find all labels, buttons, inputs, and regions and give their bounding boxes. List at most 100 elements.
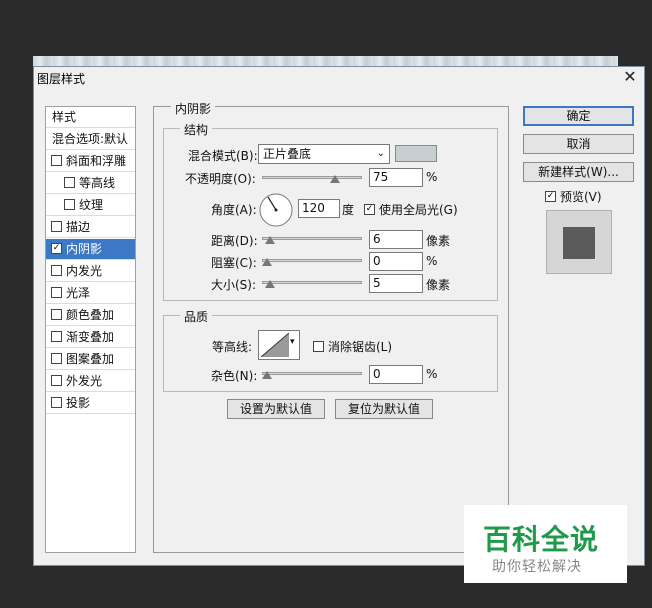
- sidebar-item[interactable]: 投影: [46, 393, 135, 414]
- distance-slider[interactable]: [262, 237, 362, 240]
- structure-title: 结构: [180, 121, 213, 138]
- antialias-toggle[interactable]: 消除锯齿(L): [313, 338, 392, 355]
- antialias-checkbox[interactable]: [313, 341, 324, 352]
- sidebar-item[interactable]: 颜色叠加: [46, 305, 135, 326]
- opacity-input[interactable]: 75: [369, 168, 423, 187]
- sidebar-item-checkbox[interactable]: [64, 199, 75, 210]
- style-list: 样式混合选项:默认斜面和浮雕等高线纹理描边 ✓ 内阴影内发光光泽颜色叠加渐变叠加图案…: [45, 106, 136, 553]
- watermark-subtitle: 助你轻松解决: [492, 559, 582, 575]
- blend-mode-select[interactable]: 正片叠底 ⌄: [258, 144, 390, 164]
- antialias-label: 消除锯齿(L): [328, 340, 393, 354]
- size-slider-thumb[interactable]: [264, 280, 275, 288]
- distance-input[interactable]: 6: [369, 230, 423, 249]
- sidebar-item-label: 投影: [66, 396, 91, 410]
- noise-label: 杂色(N):: [211, 369, 258, 383]
- sidebar-item-label: 斜面和浮雕: [66, 154, 127, 168]
- set-default-button[interactable]: 设置为默认值: [227, 399, 325, 419]
- distance-unit: 像素: [426, 234, 451, 248]
- contour-label: 等高线:: [212, 340, 253, 354]
- size-label: 大小(S):: [211, 278, 257, 292]
- preview-checkbox[interactable]: ✓: [545, 191, 556, 202]
- cancel-button[interactable]: 取消: [523, 134, 634, 154]
- preview-label: 预览(V): [560, 190, 602, 204]
- angle-input[interactable]: 120: [298, 199, 340, 218]
- opacity-slider[interactable]: [262, 176, 362, 179]
- sidebar-item[interactable]: 混合选项:默认: [46, 129, 135, 150]
- sidebar-item-label: 样式: [52, 110, 77, 124]
- angle-unit: 度: [342, 203, 355, 217]
- noise-slider[interactable]: [262, 372, 362, 375]
- sidebar-item[interactable]: 外发光: [46, 371, 135, 392]
- global-light-checkbox[interactable]: ✓: [364, 204, 375, 215]
- ok-button[interactable]: 确定: [523, 106, 634, 126]
- blend-mode-value: 正片叠底: [263, 147, 312, 161]
- watermark-title: 百科全说: [483, 523, 600, 556]
- chevron-down-icon[interactable]: ▾: [290, 337, 295, 347]
- blend-mode-label: 混合模式(B):: [188, 149, 258, 163]
- opacity-label: 不透明度(O):: [185, 172, 256, 186]
- contour-curve-icon: [261, 333, 289, 357]
- sidebar-item[interactable]: 图案叠加: [46, 349, 135, 370]
- sidebar-item[interactable]: 样式: [46, 107, 135, 128]
- sidebar-item-label: 图案叠加: [66, 352, 115, 366]
- noise-unit: %: [426, 367, 438, 381]
- choke-slider[interactable]: [262, 259, 362, 262]
- sidebar-item-checkbox[interactable]: [51, 265, 62, 276]
- angle-label: 角度(A):: [211, 203, 257, 217]
- close-icon[interactable]: ✕: [621, 67, 639, 87]
- sidebar-item[interactable]: 描边: [46, 217, 135, 238]
- global-light-toggle[interactable]: ✓ 使用全局光(G): [364, 201, 458, 218]
- noise-input[interactable]: 0: [369, 365, 423, 384]
- choke-label: 阻塞(C):: [211, 256, 257, 270]
- noise-slider-thumb[interactable]: [262, 371, 272, 379]
- sidebar-item-checkbox[interactable]: [51, 309, 62, 320]
- sidebar-item-checkbox[interactable]: [64, 177, 75, 188]
- preview-swatch: [563, 227, 595, 259]
- angle-dial[interactable]: [258, 192, 294, 228]
- shadow-color-swatch[interactable]: [395, 145, 437, 162]
- distance-label: 距离(D):: [211, 234, 258, 248]
- opacity-slider-thumb[interactable]: [329, 175, 340, 183]
- reset-default-button[interactable]: 复位为默认值: [335, 399, 433, 419]
- new-style-button[interactable]: 新建样式(W)...: [523, 162, 634, 182]
- size-slider[interactable]: [262, 281, 362, 284]
- sidebar-item-checkbox[interactable]: [51, 221, 62, 232]
- quality-title: 品质: [180, 308, 213, 325]
- sidebar-item[interactable]: 渐变叠加: [46, 327, 135, 348]
- sidebar-item-label: 渐变叠加: [66, 330, 115, 344]
- contour-picker[interactable]: ▾: [258, 330, 300, 360]
- sidebar-item-label: 外发光: [66, 374, 103, 388]
- sidebar-item-checkbox[interactable]: ✓: [51, 243, 62, 254]
- sidebar-item[interactable]: 等高线: [46, 173, 135, 194]
- sidebar-item-checkbox[interactable]: [51, 155, 62, 166]
- sidebar-item-checkbox[interactable]: [51, 331, 62, 342]
- sidebar-item[interactable]: ✓ 内阴影: [46, 239, 135, 260]
- dialog-title: 图层样式: [37, 72, 86, 86]
- sidebar-item-checkbox[interactable]: [51, 353, 62, 364]
- sidebar-item-label: 颜色叠加: [66, 308, 115, 322]
- chevron-down-icon: ⌄: [376, 148, 385, 159]
- sidebar-item-label: 内发光: [66, 264, 103, 278]
- sidebar-item-label: 等高线: [79, 176, 116, 190]
- panel-title: 内阴影: [171, 100, 216, 117]
- sidebar-item[interactable]: 光泽: [46, 283, 135, 304]
- choke-slider-thumb[interactable]: [262, 258, 272, 266]
- choke-input[interactable]: 0: [369, 252, 423, 271]
- canvas-strip: [33, 56, 618, 66]
- sidebar-item[interactable]: 斜面和浮雕: [46, 151, 135, 172]
- opacity-unit: %: [426, 170, 438, 184]
- sidebar-item-label: 内阴影: [66, 242, 103, 256]
- sidebar-item[interactable]: 纹理: [46, 195, 135, 216]
- sidebar-item[interactable]: 内发光: [46, 261, 135, 282]
- sidebar-item-label: 描边: [66, 220, 91, 234]
- distance-slider-thumb[interactable]: [264, 236, 275, 244]
- sidebar-item-label: 光泽: [66, 286, 91, 300]
- global-light-label: 使用全局光(G): [379, 203, 458, 217]
- sidebar-item-checkbox[interactable]: [51, 287, 62, 298]
- sidebar-item-checkbox[interactable]: [51, 397, 62, 408]
- preview-thumbnail: [546, 210, 612, 274]
- sidebar-item-checkbox[interactable]: [51, 375, 62, 386]
- size-input[interactable]: 5: [369, 274, 423, 293]
- preview-toggle[interactable]: ✓ 预览(V): [545, 188, 602, 205]
- size-unit: 像素: [426, 278, 451, 292]
